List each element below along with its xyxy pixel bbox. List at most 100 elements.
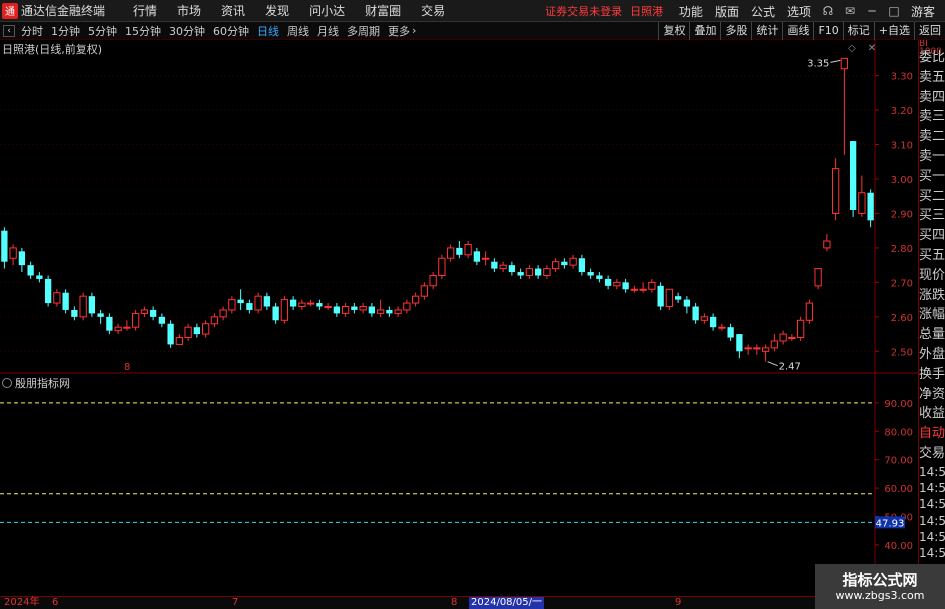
period-multi[interactable]: 多周期 bbox=[347, 23, 380, 39]
period-30min[interactable]: 30分钟 bbox=[169, 23, 205, 39]
month-label-8: 8 bbox=[451, 597, 458, 608]
overlay-button[interactable]: 叠加 bbox=[689, 22, 720, 40]
mark-button[interactable]: 标记 bbox=[842, 22, 874, 40]
menu-quotes[interactable]: 行情 bbox=[133, 2, 157, 19]
candle-body bbox=[508, 265, 516, 273]
menu-ask[interactable]: 问小达 bbox=[309, 2, 345, 19]
return-button[interactable]: 返回 bbox=[914, 22, 945, 40]
auto-label[interactable]: 自动 bbox=[919, 424, 945, 444]
candle-body bbox=[561, 261, 568, 266]
login-warning[interactable]: 证券交易未登录 bbox=[545, 3, 622, 19]
f10-button[interactable]: F10 bbox=[813, 22, 842, 40]
period-5min[interactable]: 5分钟 bbox=[88, 23, 117, 39]
quote-field-label: 涨幅 bbox=[919, 307, 945, 323]
quote-field-label: 收益 bbox=[919, 406, 945, 422]
draw-button[interactable]: 画线 bbox=[782, 22, 813, 40]
menu-discover[interactable]: 发现 bbox=[265, 2, 289, 19]
candle-body bbox=[770, 340, 779, 349]
indicator-tick-label: 80.00 bbox=[884, 427, 913, 438]
period-daily[interactable]: 日线 bbox=[257, 23, 279, 39]
candle-body bbox=[596, 275, 603, 279]
price-tick-label: 2.70 bbox=[891, 278, 913, 289]
candle-body bbox=[333, 306, 341, 314]
menu-trade[interactable]: 交易 bbox=[421, 2, 445, 19]
guest-label[interactable]: 游客 bbox=[911, 3, 935, 20]
candle-body bbox=[700, 316, 709, 321]
chevron-right-icon[interactable]: › bbox=[412, 24, 416, 37]
period-15min[interactable]: 15分钟 bbox=[125, 23, 161, 39]
period-more[interactable]: 更多 bbox=[388, 23, 410, 39]
gear-icon[interactable] bbox=[2, 378, 12, 388]
quote-field-label: 换手 bbox=[919, 366, 945, 382]
maximize-icon[interactable]: □ bbox=[883, 0, 905, 22]
month-label-7: 7 bbox=[232, 597, 239, 608]
adjust-button[interactable]: 复权 bbox=[658, 22, 689, 40]
candle-body bbox=[709, 316, 717, 328]
candle-body bbox=[167, 323, 174, 345]
candle-body bbox=[456, 247, 463, 255]
quote-field-label: 卖二 bbox=[919, 129, 945, 145]
candle-body bbox=[613, 281, 621, 287]
price-tick-label: 2.50 bbox=[891, 347, 913, 358]
headset-icon[interactable]: ☊ bbox=[817, 0, 839, 22]
price-tick-label: 3.30 bbox=[891, 72, 913, 83]
menu-formula[interactable]: 公式 bbox=[751, 3, 775, 20]
quote-field-label: 涨跌 bbox=[919, 287, 945, 303]
trade-label[interactable]: 交易 bbox=[919, 444, 945, 464]
email-icon[interactable]: ✉ bbox=[839, 0, 861, 22]
candle-body bbox=[823, 240, 831, 249]
menu-news[interactable]: 资讯 bbox=[221, 2, 245, 19]
candle-body bbox=[210, 316, 219, 325]
back-arrow-icon[interactable]: ‹ bbox=[3, 24, 15, 37]
indicator-tick-label: 90.00 bbox=[884, 399, 913, 410]
price-tick-label: 2.60 bbox=[891, 313, 913, 324]
period-1min[interactable]: 1分钟 bbox=[51, 23, 80, 39]
menu-layout[interactable]: 版面 bbox=[715, 3, 739, 20]
candle-body bbox=[316, 303, 323, 307]
candle-body bbox=[201, 323, 210, 335]
period-monthly[interactable]: 月线 bbox=[317, 23, 339, 39]
candle-body bbox=[237, 299, 244, 304]
menu-options[interactable]: 选项 bbox=[787, 3, 811, 20]
candle-body bbox=[446, 247, 455, 259]
period-intraday[interactable]: 分时 bbox=[21, 23, 43, 39]
kline-chart[interactable]: 3.30 3.20 3.10 3.00 2.90 2.80 2.70 2.60 2.50 90.0… bbox=[0, 40, 918, 596]
minimize-icon[interactable]: ─ bbox=[861, 0, 883, 22]
candle-body bbox=[491, 261, 498, 269]
period-60min[interactable]: 60分钟 bbox=[213, 23, 249, 39]
candle-body bbox=[298, 302, 306, 308]
candle-body bbox=[578, 258, 586, 273]
candle-body bbox=[62, 292, 69, 310]
period-weekly[interactable]: 周线 bbox=[287, 23, 309, 39]
candle-body bbox=[648, 281, 656, 290]
candle-body bbox=[420, 285, 429, 297]
price-tick-label: 2.80 bbox=[891, 244, 913, 255]
menu-wealth[interactable]: 财富圈 bbox=[365, 2, 401, 19]
candle-body bbox=[639, 288, 647, 291]
diamond-icon[interactable]: ◇ bbox=[848, 43, 856, 54]
quote-field-label: 总量 bbox=[919, 327, 945, 343]
multi-stock-button[interactable]: 多股 bbox=[720, 22, 751, 40]
menu-market[interactable]: 市场 bbox=[177, 2, 201, 19]
candle-body bbox=[341, 306, 350, 314]
candle-body bbox=[718, 326, 726, 329]
candle-body bbox=[123, 326, 131, 329]
candle-body bbox=[280, 299, 289, 321]
stats-button[interactable]: 统计 bbox=[751, 22, 782, 40]
low-pointer bbox=[767, 361, 778, 367]
quote-field-label: 卖五 bbox=[919, 69, 945, 85]
candle-body bbox=[543, 268, 551, 276]
indicator-title[interactable]: 殷朋指标网 bbox=[15, 375, 70, 391]
candle-body bbox=[604, 278, 612, 286]
price-tick-label: 3.20 bbox=[891, 106, 913, 117]
candle-body bbox=[254, 295, 262, 311]
add-favorite-button[interactable]: +自选 bbox=[873, 22, 914, 40]
candle-body bbox=[140, 309, 149, 314]
menu-function[interactable]: 功能 bbox=[679, 3, 703, 20]
high-label: 3.35 bbox=[807, 58, 829, 69]
close-icon[interactable]: ✕ bbox=[868, 43, 876, 54]
quote-field-label: 买二 bbox=[919, 188, 945, 204]
candle-body bbox=[306, 302, 315, 305]
quote-field-label: 外盘 bbox=[919, 346, 945, 362]
year-label: 2024年 bbox=[4, 597, 40, 608]
